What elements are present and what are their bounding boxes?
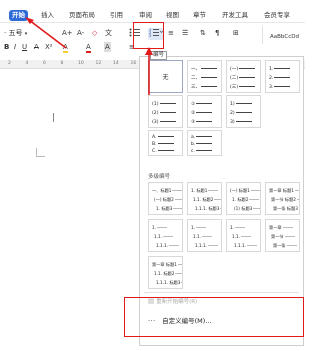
arrow-to-home-tab xyxy=(25,17,67,49)
annotation-arrows xyxy=(25,17,153,95)
arrow-to-numbering-button xyxy=(145,47,153,95)
